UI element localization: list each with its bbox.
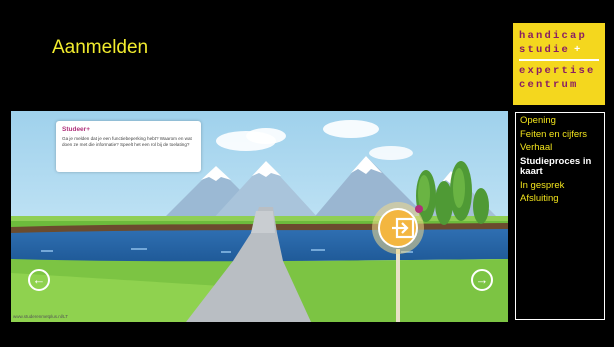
login-sign-icon[interactable] <box>380 203 430 253</box>
login-sign-glyph <box>392 217 415 239</box>
source-url: www.studerenmetplus.nl/LT <box>13 314 68 319</box>
menu-item-verhaal[interactable]: Verhaal <box>520 142 600 154</box>
arrow-left-icon[interactable]: ← <box>28 269 50 291</box>
menu-item-studieproces-in-kaart[interactable]: Studieproces in kaart <box>520 156 600 178</box>
logo: handicap studie + expertise centrum <box>513 23 605 105</box>
page-title: Aanmelden <box>52 37 149 58</box>
menu-item-in-gesprek[interactable]: In gesprek <box>520 180 600 192</box>
navigation-menu: Opening Feiten en cijfers Verhaal Studie… <box>515 112 605 320</box>
menu-item-afsluiting[interactable]: Afsluiting <box>520 193 600 205</box>
landscape-scene: Studeer+ Ga je melden dat je een functie… <box>11 111 508 322</box>
logo-line-3: expertise <box>519 65 596 77</box>
logo-line-1: handicap <box>519 30 588 42</box>
arrow-right-icon[interactable]: → <box>471 269 493 291</box>
logo-divider <box>519 59 599 61</box>
info-popup: Studeer+ Ga je melden dat je een functie… <box>56 121 201 172</box>
popup-title: Studeer+ <box>62 126 90 133</box>
menu-item-feiten-en-cijfers[interactable]: Feiten en cijfers <box>520 129 600 141</box>
logo-line-4: centrum <box>519 79 579 91</box>
menu-item-opening[interactable]: Opening <box>520 115 600 127</box>
logo-plus: + <box>574 44 581 56</box>
logo-line-2: studie + <box>519 44 581 56</box>
popup-text: Ga je melden dat je een functiebeperking… <box>62 136 192 147</box>
